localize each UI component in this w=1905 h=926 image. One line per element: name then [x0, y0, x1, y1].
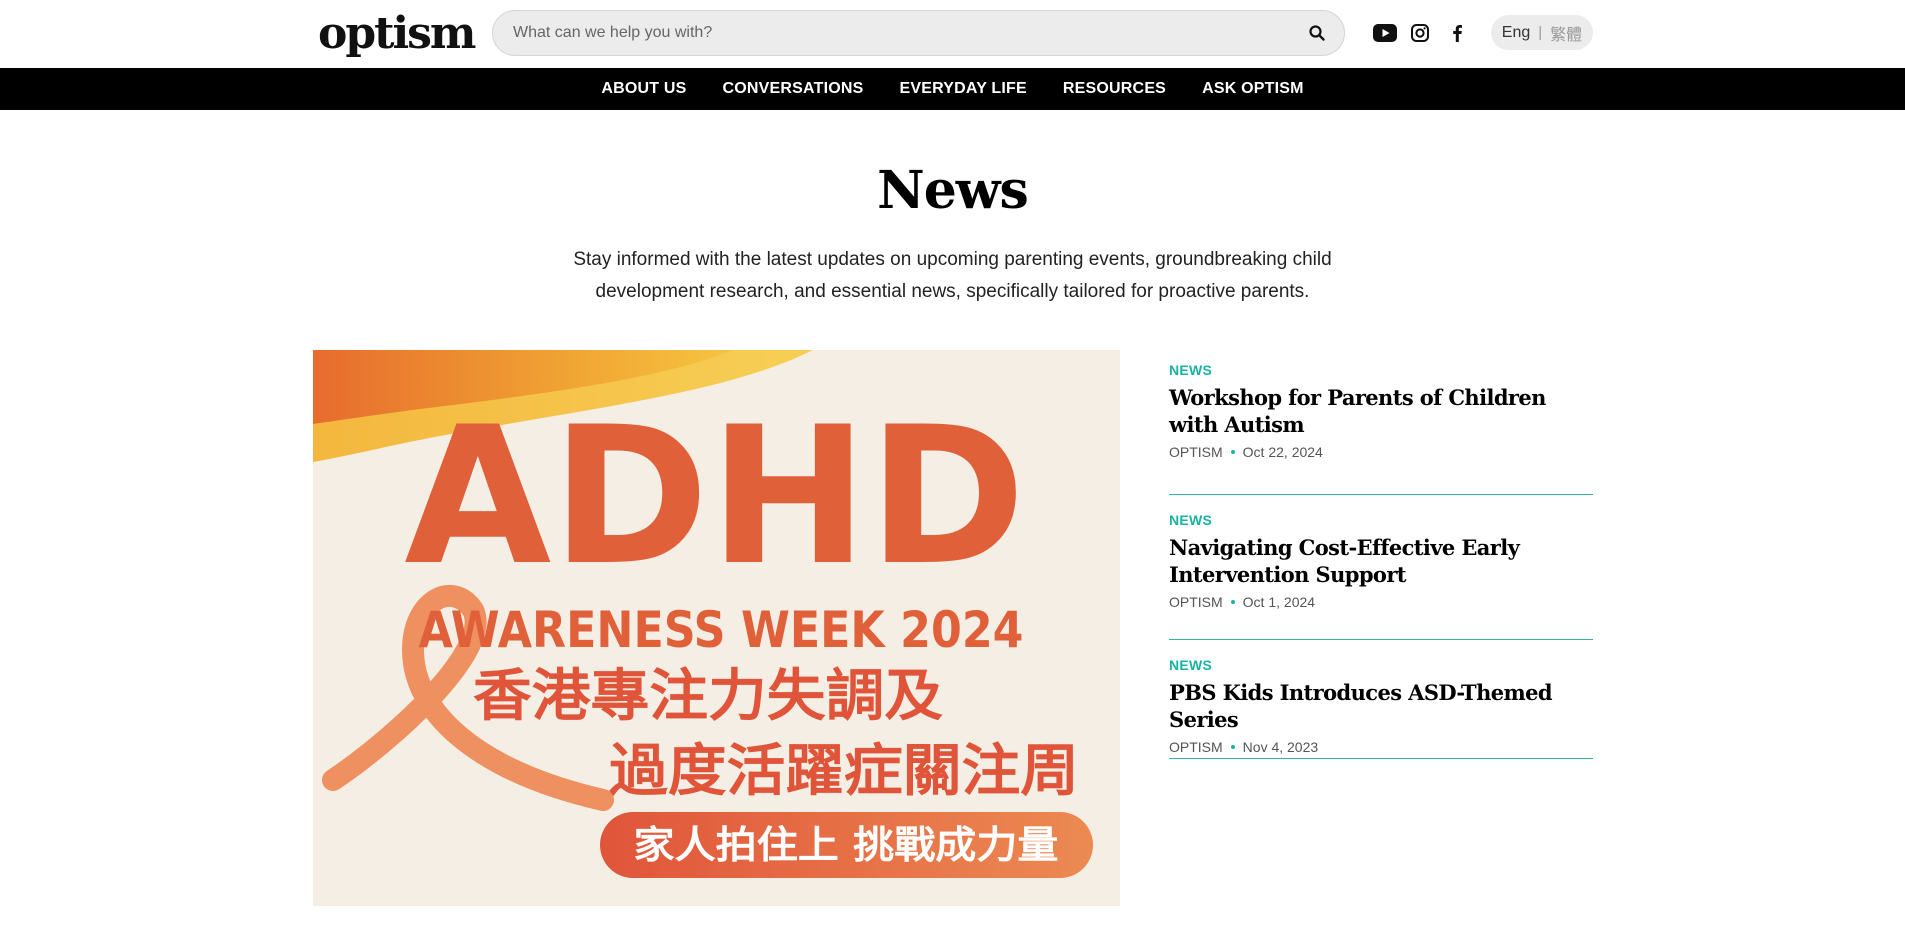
- meta-dot: [1230, 450, 1235, 454]
- article-date: Oct 1, 2024: [1242, 594, 1316, 610]
- nav-about-us[interactable]: ABOUT US: [601, 80, 686, 98]
- hero-subheadline: AWARENESS WEEK 2024: [419, 601, 1024, 659]
- page-intro: Stay informed with the latest updates on…: [573, 249, 1332, 302]
- hero-banner-text: 家人拍住上 挑戰成力量: [634, 823, 1059, 867]
- nav-ask-optism[interactable]: ASK OPTISM: [1202, 80, 1304, 98]
- search-input[interactable]: [513, 11, 1273, 55]
- article-date: Nov 4, 2023: [1242, 739, 1319, 755]
- facebook-icon[interactable]: [1443, 20, 1471, 46]
- language-switcher: Eng | 繁體: [1491, 15, 1593, 50]
- article-title[interactable]: Navigating Cost-Effective Early Interven…: [1169, 534, 1593, 588]
- top-header: optism Eng | 繁體: [0, 0, 1905, 68]
- meta-dot: [1230, 600, 1235, 604]
- article-title[interactable]: PBS Kids Introduces ASD-Themed Series: [1169, 679, 1593, 733]
- featured-article-image[interactable]: ADHD AWARENESS WEEK 2024 香港專注力失調及 過度活躍症關…: [313, 350, 1120, 906]
- news-list-item[interactable]: NEWS Workshop for Parents of Children wi…: [1169, 362, 1593, 495]
- article-author: OPTISM: [1169, 444, 1223, 460]
- article-category[interactable]: NEWS: [1169, 362, 1593, 378]
- hero-chinese-line1: 香港專注力失調及: [473, 664, 943, 729]
- article-meta: OPTISM Nov 4, 2023: [1169, 739, 1593, 755]
- search-bar[interactable]: [492, 10, 1345, 56]
- youtube-icon[interactable]: [1371, 20, 1399, 46]
- nav-conversations[interactable]: CONVERSATIONS: [723, 80, 864, 98]
- article-category[interactable]: NEWS: [1169, 512, 1593, 528]
- nav-everyday-life[interactable]: EVERYDAY LIFE: [900, 80, 1027, 98]
- main-nav: ABOUT US CONVERSATIONS EVERYDAY LIFE RES…: [0, 68, 1905, 110]
- news-list-item[interactable]: NEWS PBS Kids Introduces ASD-Themed Seri…: [1169, 640, 1593, 759]
- news-list-item[interactable]: NEWS Navigating Cost-Effective Early Int…: [1169, 495, 1593, 640]
- language-english[interactable]: Eng: [1502, 24, 1530, 42]
- news-list: NEWS Workshop for Parents of Children wi…: [1169, 362, 1593, 759]
- article-category[interactable]: NEWS: [1169, 657, 1593, 673]
- search-icon[interactable]: [1308, 24, 1326, 42]
- page-title: News: [877, 160, 1029, 221]
- article-date: Oct 22, 2024: [1242, 444, 1323, 460]
- article-author: OPTISM: [1169, 594, 1223, 610]
- meta-dot: [1230, 745, 1235, 749]
- nav-resources[interactable]: RESOURCES: [1063, 80, 1166, 98]
- article-author: OPTISM: [1169, 739, 1223, 755]
- language-chinese[interactable]: 繁體: [1550, 21, 1582, 45]
- hero-chinese-line2: 過度活躍症關注周: [609, 739, 1079, 804]
- article-meta: OPTISM Oct 22, 2024: [1169, 444, 1593, 460]
- language-separator: |: [1538, 24, 1543, 41]
- article-title[interactable]: Workshop for Parents of Children with Au…: [1169, 384, 1593, 438]
- optism-logo[interactable]: optism: [318, 6, 476, 62]
- article-meta: OPTISM Oct 1, 2024: [1169, 594, 1593, 610]
- instagram-icon[interactable]: [1406, 20, 1434, 46]
- hero-headline: ADHD: [404, 386, 1026, 607]
